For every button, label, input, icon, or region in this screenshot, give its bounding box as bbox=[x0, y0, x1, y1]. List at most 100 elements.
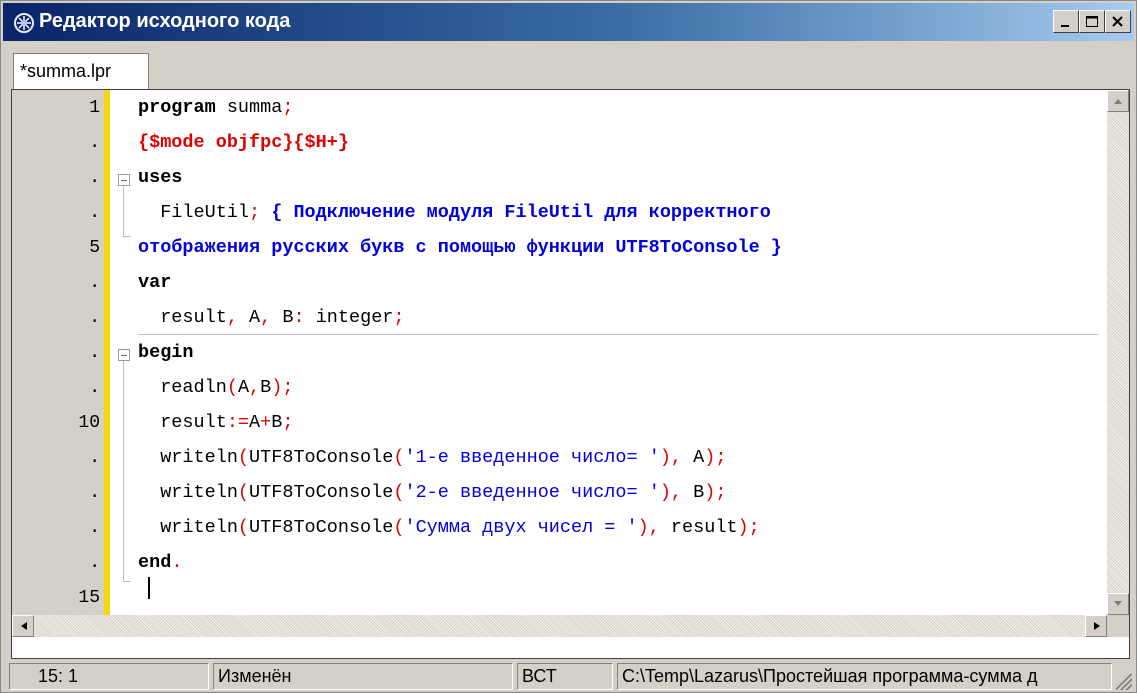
line-number: 1 bbox=[89, 98, 100, 118]
insert-mode[interactable]: ВСТ bbox=[517, 663, 613, 690]
symbol: , bbox=[260, 307, 272, 328]
identifier: writeln bbox=[138, 447, 238, 468]
identifier: FileUtil bbox=[138, 202, 250, 223]
identifier: writeln bbox=[138, 482, 238, 503]
symbol: ( bbox=[226, 377, 238, 398]
scroll-left-button[interactable] bbox=[12, 615, 34, 637]
symbol: : bbox=[293, 307, 305, 328]
scroll-down-button[interactable] bbox=[1107, 593, 1129, 615]
code-line: отображения русских букв с помощью функц… bbox=[138, 237, 782, 258]
identifier: A bbox=[682, 447, 705, 468]
code-editor[interactable]: 1 . . . 5 . . . . 10 . . . . 15 program … bbox=[11, 89, 1130, 659]
arrow-down-icon bbox=[1114, 601, 1122, 606]
symbol: + bbox=[260, 412, 272, 433]
code-line: result, A, B: integer; bbox=[138, 307, 405, 328]
code-line: FileUtil; { Подключение модуля FileUtil … bbox=[138, 202, 771, 223]
code-line: {$mode objfpc}{$H+} bbox=[138, 132, 349, 153]
vertical-scrollbar[interactable] bbox=[1107, 90, 1129, 615]
modified-status: Изменён bbox=[213, 663, 513, 690]
symbol: . bbox=[171, 552, 183, 573]
line-number: . bbox=[89, 448, 100, 468]
line-number: . bbox=[89, 378, 100, 398]
code-line: result:=A+B; bbox=[138, 412, 293, 433]
symbol: := bbox=[226, 412, 250, 433]
identifier: A bbox=[237, 307, 261, 328]
line-number-gutter: 1 . . . 5 . . . . 10 . . . . 15 bbox=[12, 90, 104, 615]
symbol: ), bbox=[659, 482, 683, 503]
identifier: A bbox=[249, 412, 261, 433]
code-line: program summa; bbox=[138, 97, 293, 118]
arrow-left-icon bbox=[21, 622, 27, 630]
scrollbar-corner bbox=[1107, 615, 1129, 637]
title-bar[interactable]: Редактор исходного кода bbox=[3, 3, 1134, 41]
arrow-up-icon bbox=[1114, 99, 1122, 104]
maximize-icon bbox=[1086, 16, 1098, 27]
fold-line bbox=[123, 186, 124, 236]
fold-toggle-begin[interactable] bbox=[118, 349, 130, 361]
symbol: ); bbox=[704, 482, 727, 503]
minimize-button[interactable] bbox=[1053, 10, 1079, 33]
line-number: 5 bbox=[89, 238, 100, 258]
line-number: . bbox=[89, 168, 100, 188]
file-path: C:\Temp\Lazarus\Простейшая программа-сум… bbox=[617, 663, 1112, 690]
code-line: readln(A,B); bbox=[138, 377, 293, 398]
code-line: var bbox=[138, 272, 171, 293]
fold-line-end bbox=[123, 581, 131, 582]
fold-toggle-uses[interactable] bbox=[118, 174, 130, 186]
keyword: program bbox=[138, 97, 216, 118]
resize-grip-icon[interactable] bbox=[1116, 674, 1132, 690]
identifier: B bbox=[682, 482, 705, 503]
horizontal-scrollbar[interactable] bbox=[12, 615, 1107, 637]
identifier: B bbox=[271, 307, 294, 328]
scroll-right-button[interactable] bbox=[1085, 615, 1107, 637]
symbol: , bbox=[226, 307, 238, 328]
symbol: ); bbox=[271, 377, 294, 398]
code-text-area[interactable]: program summa; {$mode objfpc}{$H+} uses … bbox=[138, 90, 1098, 615]
keyword: var bbox=[138, 272, 172, 293]
keyword: begin bbox=[138, 342, 194, 363]
fold-line bbox=[123, 361, 124, 581]
symbol: ), bbox=[637, 517, 660, 538]
fold-line-end bbox=[123, 236, 131, 237]
symbol: ( bbox=[237, 447, 250, 468]
close-icon bbox=[1112, 16, 1123, 27]
minimize-icon bbox=[1061, 25, 1069, 27]
identifier: integer bbox=[304, 307, 394, 328]
string-literal: '2-е введенное число= ' bbox=[404, 482, 660, 503]
identifier: result bbox=[659, 517, 738, 538]
string-literal: '1-е введенное число= ' bbox=[404, 447, 660, 468]
identifier: UTF8ToConsole bbox=[249, 517, 394, 538]
line-number: . bbox=[89, 308, 100, 328]
line-number: 10 bbox=[78, 413, 100, 433]
line-number: 15 bbox=[78, 588, 100, 608]
tab-bar: *summa.lpr bbox=[3, 43, 1134, 89]
code-line: uses bbox=[138, 167, 182, 188]
code-line: begin bbox=[138, 342, 194, 363]
tab-summa-lpr[interactable]: *summa.lpr bbox=[13, 53, 149, 89]
scroll-up-button[interactable] bbox=[1107, 90, 1129, 112]
symbol: ); bbox=[704, 447, 727, 468]
line-number: . bbox=[89, 133, 100, 153]
symbol: ( bbox=[237, 482, 250, 503]
line-number: . bbox=[89, 553, 100, 573]
identifier: UTF8ToConsole bbox=[249, 482, 394, 503]
line-number: . bbox=[89, 203, 100, 223]
cursor-position: 15: 1 bbox=[9, 663, 209, 690]
identifier: writeln bbox=[138, 517, 238, 538]
source-editor-window: Редактор исходного кода *summa.lpr 1 . .… bbox=[0, 0, 1137, 693]
symbol: ; bbox=[393, 307, 405, 328]
identifier: result bbox=[138, 307, 227, 328]
symbol: , bbox=[249, 377, 261, 398]
identifier: summa bbox=[215, 97, 283, 118]
arrow-right-icon bbox=[1094, 622, 1100, 630]
symbol: ); bbox=[737, 517, 760, 538]
code-line: writeln(UTF8ToConsole('Сумма двух чисел … bbox=[138, 517, 760, 538]
symbol: ( bbox=[393, 447, 405, 468]
maximize-button[interactable] bbox=[1079, 10, 1105, 33]
comment: отображения русских букв с помощью функц… bbox=[138, 237, 782, 258]
identifier: result bbox=[138, 412, 227, 433]
comment: { Подключение модуля FileUtil для коррек… bbox=[271, 202, 771, 223]
symbol: ; bbox=[249, 202, 272, 223]
close-button[interactable] bbox=[1105, 10, 1131, 33]
keyword: end bbox=[138, 552, 172, 573]
